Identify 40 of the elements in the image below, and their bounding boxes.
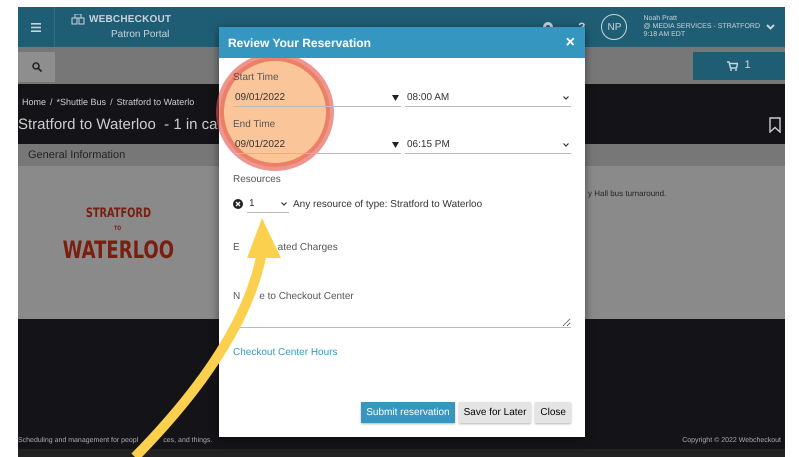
field-label: N — [233, 290, 240, 304]
quantity-select[interactable]: 1 — [247, 195, 289, 213]
resource-description: Any resource of type: Stratford to Waterloo — [293, 198, 482, 212]
secondary-button[interactable]: Close — [535, 402, 571, 423]
search-button[interactable] — [18, 52, 55, 82]
menu-icon[interactable] — [31, 22, 41, 32]
chevron-down-icon[interactable] — [766, 24, 775, 30]
section-label: ated Charges — [278, 241, 338, 255]
breadcrumb-link[interactable]: *Shuttle Bus — [56, 96, 106, 110]
cart-button[interactable]: 1 — [693, 52, 785, 80]
breadcrumb-separator: / — [50, 96, 53, 109]
field-label: End Time — [233, 119, 276, 130]
remove-icon[interactable] — [233, 199, 243, 209]
time-select[interactable]: 08:00 AM — [405, 89, 571, 107]
chevron-down-icon — [563, 96, 569, 100]
modal-title: Review Your Reservation — [228, 34, 371, 52]
bookmark-icon[interactable] — [769, 116, 781, 133]
date-field[interactable]: 09/01/2022 — [233, 136, 401, 154]
breadcrumb-link[interactable]: Stratford to Waterlo — [116, 96, 194, 110]
caret-icon — [392, 94, 399, 100]
boxes-icon — [71, 14, 85, 26]
section-label: E — [233, 241, 240, 255]
time-select[interactable]: 06:15 PM — [405, 136, 571, 154]
chevron-down-icon — [563, 142, 569, 146]
card-description: y Hall bus turnaround. — [588, 188, 666, 200]
date-field[interactable]: 09/01/2022 — [233, 89, 401, 107]
field-label: Start Time — [233, 72, 279, 83]
secondary-button[interactable]: Save for Later — [458, 402, 532, 423]
caret-icon — [392, 142, 399, 148]
app-title: WEBCHECKOUT — [89, 13, 172, 27]
field-label: Resources — [233, 174, 281, 185]
field-label: e to Checkout Center — [259, 290, 354, 304]
app-subtitle: Patron Portal — [111, 28, 170, 42]
search-icon — [32, 62, 42, 72]
cart-icon — [727, 60, 738, 70]
breadcrumb-separator: / — [110, 96, 113, 109]
page-title: Stratford to Waterloo - 1 in ca — [18, 114, 218, 134]
user-avatar[interactable]: NP — [601, 14, 628, 40]
chevron-down-icon — [281, 202, 287, 206]
breadcrumb-link[interactable]: Home — [22, 96, 46, 110]
